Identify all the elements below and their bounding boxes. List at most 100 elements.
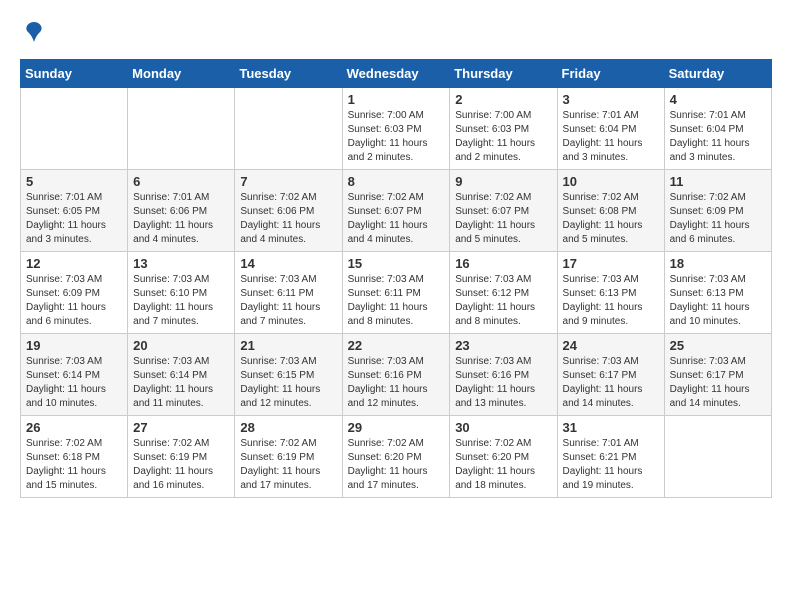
day-number: 22: [348, 338, 445, 353]
day-number: 3: [563, 92, 659, 107]
day-number: 29: [348, 420, 445, 435]
calendar-day-cell: 14 Sunrise: 7:03 AM Sunset: 6:11 PM Dayli…: [235, 252, 342, 334]
day-info: Sunrise: 7:03 AM Sunset: 6:13 PM Dayligh…: [670, 273, 766, 329]
logo: [20, 20, 46, 49]
calendar-table: SundayMondayTuesdayWednesdayThursdayFrid…: [20, 59, 772, 498]
weekday-header-wednesday: Wednesday: [342, 60, 450, 88]
weekday-header-sunday: Sunday: [21, 60, 128, 88]
calendar-day-cell: 29 Sunrise: 7:02 AM Sunset: 6:20 PM Dayli…: [342, 416, 450, 498]
calendar-empty-cell: [235, 88, 342, 170]
day-info: Sunrise: 7:01 AM Sunset: 6:06 PM Dayligh…: [133, 191, 229, 247]
day-number: 15: [348, 256, 445, 271]
day-info: Sunrise: 7:03 AM Sunset: 6:14 PM Dayligh…: [26, 355, 122, 411]
day-number: 9: [455, 174, 551, 189]
day-info: Sunrise: 7:02 AM Sunset: 6:18 PM Dayligh…: [26, 437, 122, 493]
day-info: Sunrise: 7:03 AM Sunset: 6:13 PM Dayligh…: [563, 273, 659, 329]
day-number: 6: [133, 174, 229, 189]
day-number: 27: [133, 420, 229, 435]
day-info: Sunrise: 7:01 AM Sunset: 6:04 PM Dayligh…: [670, 109, 766, 165]
day-info: Sunrise: 7:01 AM Sunset: 6:05 PM Dayligh…: [26, 191, 122, 247]
day-number: 1: [348, 92, 445, 107]
calendar-day-cell: 26 Sunrise: 7:02 AM Sunset: 6:18 PM Dayli…: [21, 416, 128, 498]
day-number: 26: [26, 420, 122, 435]
day-number: 18: [670, 256, 766, 271]
calendar-day-cell: 9 Sunrise: 7:02 AM Sunset: 6:07 PM Daylig…: [450, 170, 557, 252]
calendar-day-cell: 2 Sunrise: 7:00 AM Sunset: 6:03 PM Daylig…: [450, 88, 557, 170]
day-number: 11: [670, 174, 766, 189]
calendar-empty-cell: [21, 88, 128, 170]
day-info: Sunrise: 7:00 AM Sunset: 6:03 PM Dayligh…: [455, 109, 551, 165]
day-number: 8: [348, 174, 445, 189]
day-info: Sunrise: 7:03 AM Sunset: 6:15 PM Dayligh…: [240, 355, 336, 411]
calendar-day-cell: 30Sunrise: 7:02 AM Sunset: 6:20 PM Dayli…: [450, 416, 557, 498]
weekday-header-saturday: Saturday: [664, 60, 771, 88]
calendar-day-cell: 4 Sunrise: 7:01 AM Sunset: 6:04 PM Daylig…: [664, 88, 771, 170]
calendar-day-cell: 22 Sunrise: 7:03 AM Sunset: 6:16 PM Dayli…: [342, 334, 450, 416]
page-header: [20, 20, 772, 49]
day-info: Sunrise: 7:03 AM Sunset: 6:17 PM Dayligh…: [563, 355, 659, 411]
calendar-day-cell: 18 Sunrise: 7:03 AM Sunset: 6:13 PM Dayli…: [664, 252, 771, 334]
day-number: 2: [455, 92, 551, 107]
calendar-day-cell: 27Sunrise: 7:02 AM Sunset: 6:19 PM Dayli…: [128, 416, 235, 498]
weekday-header-row: SundayMondayTuesdayWednesdayThursdayFrid…: [21, 60, 772, 88]
calendar-day-cell: 6 Sunrise: 7:01 AM Sunset: 6:06 PM Daylig…: [128, 170, 235, 252]
day-number: 16: [455, 256, 551, 271]
day-number: 7: [240, 174, 336, 189]
calendar-day-cell: 15 Sunrise: 7:03 AM Sunset: 6:11 PM Dayli…: [342, 252, 450, 334]
day-number: 20: [133, 338, 229, 353]
day-number: 19: [26, 338, 122, 353]
calendar-day-cell: 19 Sunrise: 7:03 AM Sunset: 6:14 PM Dayli…: [21, 334, 128, 416]
day-number: 25: [670, 338, 766, 353]
calendar-day-cell: 24 Sunrise: 7:03 AM Sunset: 6:17 PM Dayli…: [557, 334, 664, 416]
day-info: Sunrise: 7:02 AM Sunset: 6:06 PM Dayligh…: [240, 191, 336, 247]
weekday-header-thursday: Thursday: [450, 60, 557, 88]
day-info: Sunrise: 7:03 AM Sunset: 6:11 PM Dayligh…: [240, 273, 336, 329]
calendar-day-cell: 28Sunrise: 7:02 AM Sunset: 6:19 PM Dayli…: [235, 416, 342, 498]
day-number: 23: [455, 338, 551, 353]
day-info: Sunrise: 7:02 AM Sunset: 6:20 PM Dayligh…: [455, 437, 551, 493]
calendar-day-cell: 21 Sunrise: 7:03 AM Sunset: 6:15 PM Dayli…: [235, 334, 342, 416]
day-info: Sunrise: 7:03 AM Sunset: 6:16 PM Dayligh…: [455, 355, 551, 411]
calendar-empty-cell: [664, 416, 771, 498]
calendar-day-cell: 11Sunrise: 7:02 AM Sunset: 6:09 PM Dayli…: [664, 170, 771, 252]
day-info: Sunrise: 7:02 AM Sunset: 6:07 PM Dayligh…: [455, 191, 551, 247]
day-info: Sunrise: 7:03 AM Sunset: 6:10 PM Dayligh…: [133, 273, 229, 329]
calendar-week-row: 5 Sunrise: 7:01 AM Sunset: 6:05 PM Daylig…: [21, 170, 772, 252]
day-info: Sunrise: 7:00 AM Sunset: 6:03 PM Dayligh…: [348, 109, 445, 165]
calendar-day-cell: 12Sunrise: 7:03 AM Sunset: 6:09 PM Dayli…: [21, 252, 128, 334]
day-number: 31: [563, 420, 659, 435]
day-number: 12: [26, 256, 122, 271]
calendar-day-cell: 7 Sunrise: 7:02 AM Sunset: 6:06 PM Daylig…: [235, 170, 342, 252]
day-info: Sunrise: 7:02 AM Sunset: 6:20 PM Dayligh…: [348, 437, 445, 493]
day-info: Sunrise: 7:02 AM Sunset: 6:07 PM Dayligh…: [348, 191, 445, 247]
day-info: Sunrise: 7:03 AM Sunset: 6:12 PM Dayligh…: [455, 273, 551, 329]
calendar-day-cell: 5 Sunrise: 7:01 AM Sunset: 6:05 PM Daylig…: [21, 170, 128, 252]
calendar-week-row: 1 Sunrise: 7:00 AM Sunset: 6:03 PM Daylig…: [21, 88, 772, 170]
day-number: 24: [563, 338, 659, 353]
day-number: 10: [563, 174, 659, 189]
calendar-day-cell: 13 Sunrise: 7:03 AM Sunset: 6:10 PM Dayli…: [128, 252, 235, 334]
calendar-week-row: 19 Sunrise: 7:03 AM Sunset: 6:14 PM Dayli…: [21, 334, 772, 416]
day-number: 14: [240, 256, 336, 271]
day-info: Sunrise: 7:03 AM Sunset: 6:11 PM Dayligh…: [348, 273, 445, 329]
calendar-day-cell: 17 Sunrise: 7:03 AM Sunset: 6:13 PM Dayli…: [557, 252, 664, 334]
day-info: Sunrise: 7:03 AM Sunset: 6:14 PM Dayligh…: [133, 355, 229, 411]
day-info: Sunrise: 7:02 AM Sunset: 6:08 PM Dayligh…: [563, 191, 659, 247]
day-info: Sunrise: 7:03 AM Sunset: 6:16 PM Dayligh…: [348, 355, 445, 411]
weekday-header-friday: Friday: [557, 60, 664, 88]
logo-icon: [22, 20, 46, 44]
day-info: Sunrise: 7:01 AM Sunset: 6:21 PM Dayligh…: [563, 437, 659, 493]
day-number: 21: [240, 338, 336, 353]
calendar-week-row: 12Sunrise: 7:03 AM Sunset: 6:09 PM Dayli…: [21, 252, 772, 334]
calendar-day-cell: 25Sunrise: 7:03 AM Sunset: 6:17 PM Dayli…: [664, 334, 771, 416]
weekday-header-monday: Monday: [128, 60, 235, 88]
day-number: 13: [133, 256, 229, 271]
day-number: 4: [670, 92, 766, 107]
day-info: Sunrise: 7:02 AM Sunset: 6:19 PM Dayligh…: [240, 437, 336, 493]
calendar-empty-cell: [128, 88, 235, 170]
calendar-day-cell: 23 Sunrise: 7:03 AM Sunset: 6:16 PM Dayli…: [450, 334, 557, 416]
calendar-day-cell: 16 Sunrise: 7:03 AM Sunset: 6:12 PM Dayli…: [450, 252, 557, 334]
day-number: 5: [26, 174, 122, 189]
calendar-day-cell: 3Sunrise: 7:01 AM Sunset: 6:04 PM Daylig…: [557, 88, 664, 170]
day-number: 17: [563, 256, 659, 271]
